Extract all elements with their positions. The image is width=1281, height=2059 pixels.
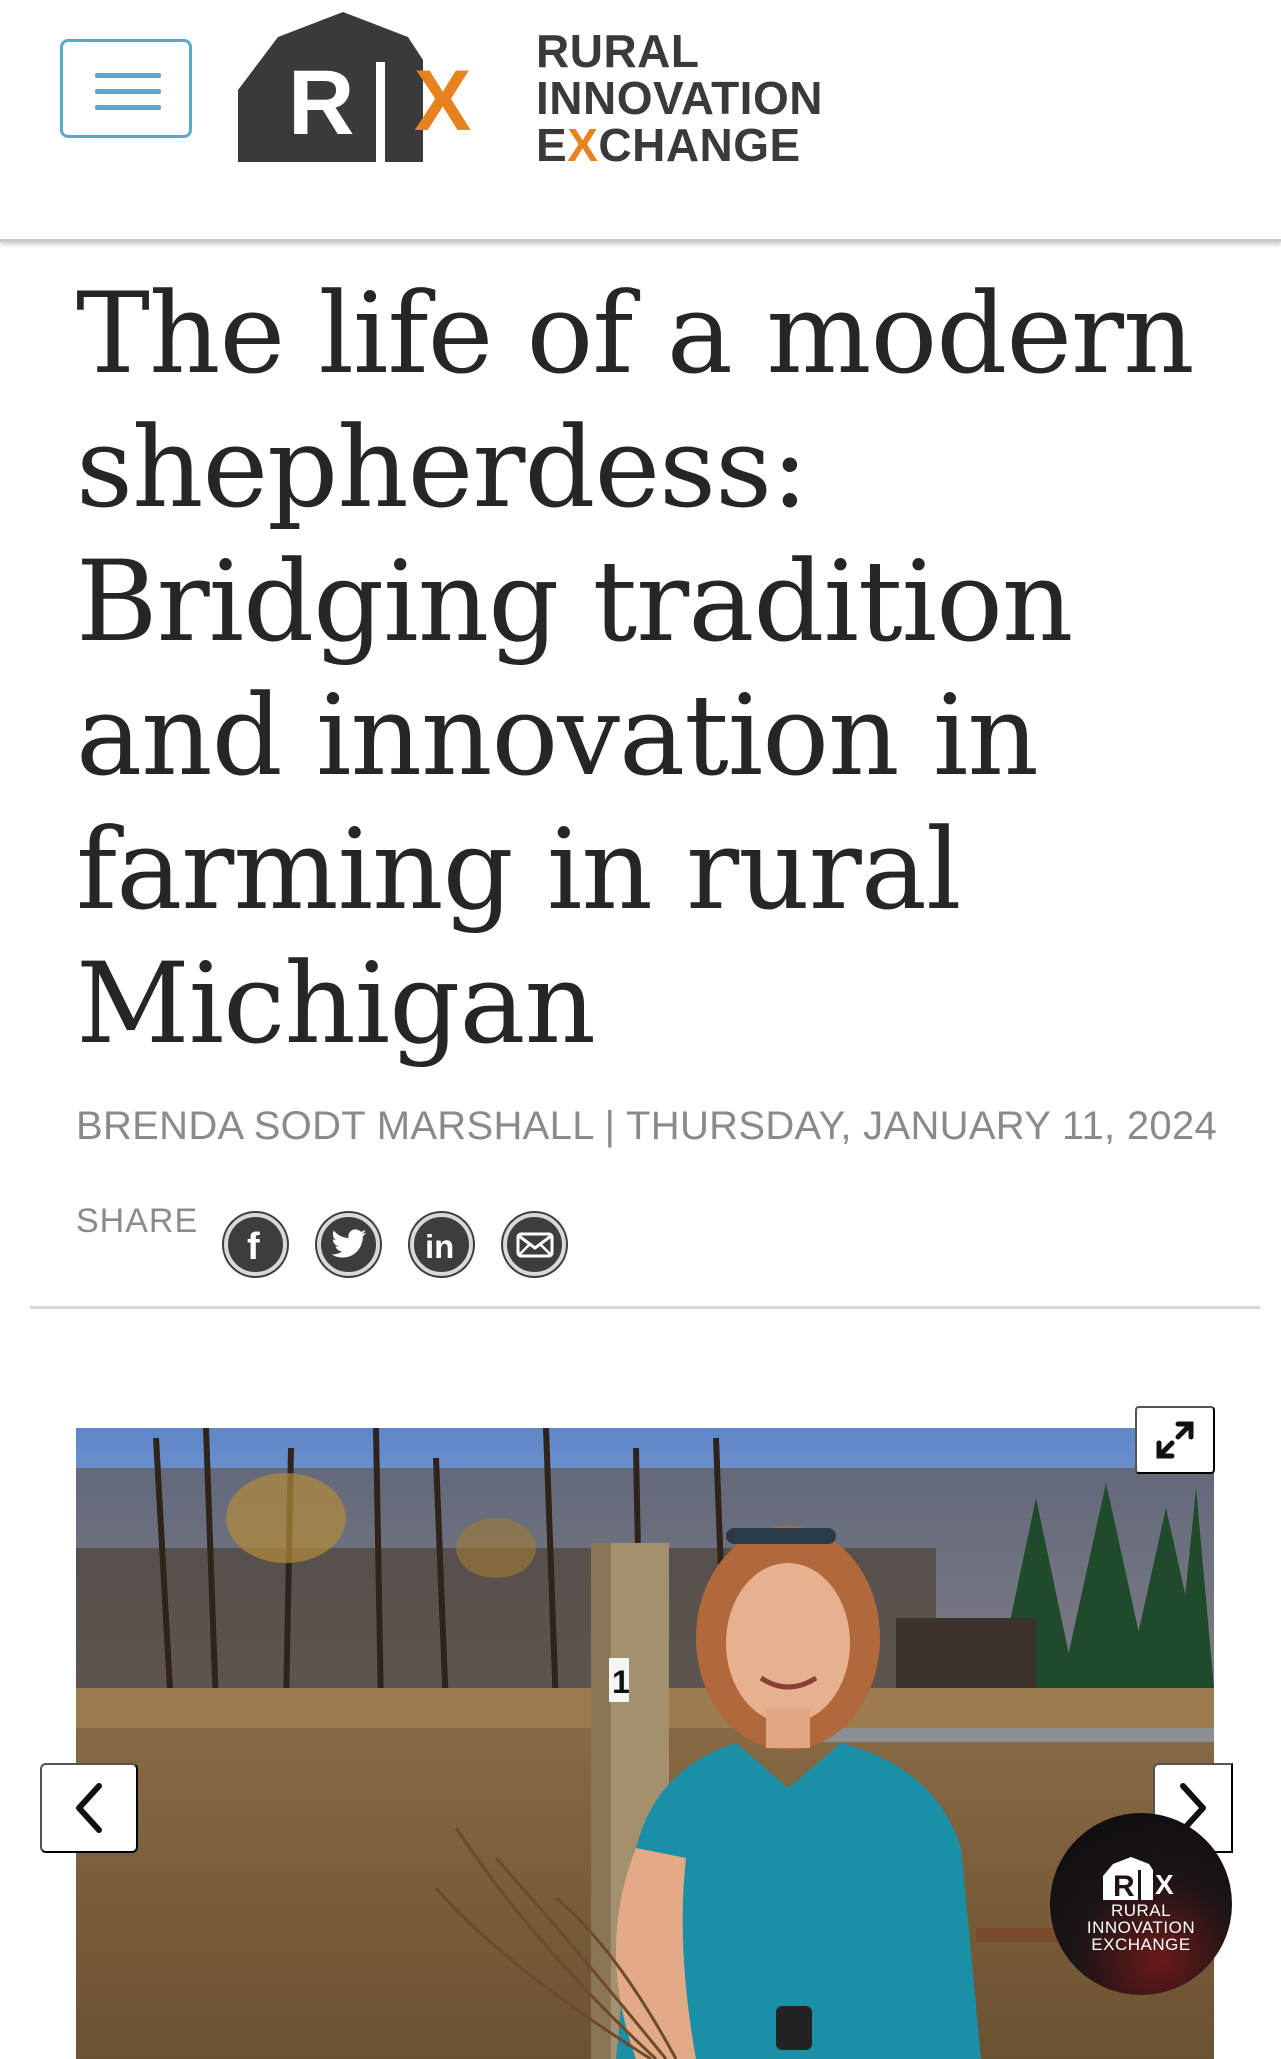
- svg-text:R: R: [1113, 1870, 1135, 1902]
- badge-line-2: INNOVATION: [1086, 1917, 1196, 1937]
- barn-logo-icon: R X: [238, 12, 471, 162]
- rix-floating-badge[interactable]: R X RURAL INNOVATION EXCHANGE: [1050, 1813, 1232, 1995]
- article-byline: BRENDA SODT MARSHALL | THURSDAY, JANUARY…: [76, 1104, 1218, 1148]
- gallery-prev-button[interactable]: [40, 1763, 138, 1853]
- menu-button[interactable]: [60, 39, 192, 138]
- photo-gallery[interactable]: 1: [76, 1428, 1214, 2059]
- svg-text:X: X: [1155, 1869, 1174, 1900]
- svg-text:R: R: [288, 52, 354, 154]
- post-number-label: 1: [612, 1664, 630, 1700]
- twitter-icon[interactable]: [317, 1213, 380, 1276]
- svg-text:f: f: [247, 1226, 260, 1265]
- section-divider: [30, 1306, 1260, 1309]
- expand-icon: [1156, 1421, 1194, 1459]
- barn-logo-icon: R X: [1103, 1856, 1174, 1902]
- expand-button[interactable]: [1135, 1406, 1215, 1474]
- svg-text:X: X: [414, 53, 471, 149]
- site-logo[interactable]: R X RURAL INNOVATION EXCHANGE: [238, 12, 888, 172]
- facebook-icon[interactable]: f: [224, 1213, 287, 1276]
- logo-wordmark: RURAL INNOVATION EXCHANGE: [536, 28, 823, 169]
- logo-line-2: INNOVATION: [536, 72, 823, 124]
- svg-text:in: in: [425, 1228, 454, 1263]
- email-icon[interactable]: [503, 1213, 566, 1276]
- badge-line-3: EXCHANGE: [1091, 1934, 1191, 1954]
- badge-line-1: RURAL: [1110, 1900, 1172, 1920]
- share-icons: f in: [224, 1213, 566, 1276]
- logo-line-1: RURAL: [536, 25, 700, 77]
- article-title: The life of a modern shepherdess: Bridgi…: [76, 270, 1195, 1069]
- site-header: R X RURAL INNOVATION EXCHANGE: [0, 0, 1281, 242]
- linkedin-icon[interactable]: in: [410, 1213, 473, 1276]
- share-label: SHARE: [76, 1202, 199, 1240]
- chevron-left-icon: [76, 1783, 102, 1833]
- gallery-photo: 1: [76, 1428, 1214, 2059]
- logo-line-3: EXCHANGE: [536, 119, 801, 171]
